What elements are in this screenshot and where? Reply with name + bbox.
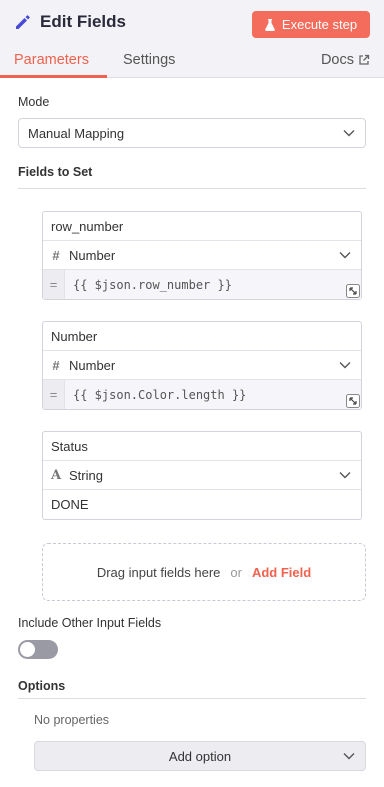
pencil-icon bbox=[16, 15, 30, 29]
dropzone-or: or bbox=[230, 564, 242, 580]
execute-step-label: Execute step bbox=[281, 17, 358, 32]
expression-text: {{ $json.row_number }} bbox=[65, 270, 361, 299]
tab-parameters[interactable]: Parameters bbox=[14, 52, 89, 68]
section-divider bbox=[18, 188, 366, 189]
chevron-down-icon bbox=[339, 252, 351, 259]
docs-link[interactable]: Docs bbox=[321, 52, 370, 68]
field-value-input[interactable]: DONE bbox=[43, 490, 361, 519]
text-type-icon: A bbox=[50, 467, 62, 483]
tab-bar: Parameters Settings Docs bbox=[0, 44, 384, 78]
field-value-expression[interactable]: = {{ $json.Color.length }} bbox=[43, 380, 361, 409]
field-type-value: Number bbox=[69, 247, 116, 263]
expression-text: {{ $json.Color.length }} bbox=[65, 380, 361, 409]
chevron-down-icon bbox=[343, 753, 355, 760]
docs-label: Docs bbox=[320, 52, 354, 68]
field-name-input[interactable]: Status bbox=[43, 432, 361, 461]
flask-icon bbox=[265, 18, 275, 31]
add-option-select[interactable]: Add option bbox=[34, 741, 366, 771]
title-row: Edit Fields bbox=[14, 12, 126, 32]
expression-equals-icon: = bbox=[43, 380, 65, 409]
field-type-select[interactable]: # Number bbox=[43, 241, 361, 270]
chevron-down-icon bbox=[339, 472, 351, 479]
external-link-icon bbox=[359, 54, 370, 65]
field-value-expression[interactable]: = {{ $json.row_number }} bbox=[43, 270, 361, 299]
field-card: Status A String DONE bbox=[42, 431, 362, 520]
include-other-fields-label: Include Other Input Fields bbox=[18, 616, 162, 630]
field-type-select[interactable]: # Number bbox=[43, 351, 361, 380]
options-label: Options bbox=[18, 679, 66, 693]
toggle-knob bbox=[20, 642, 35, 657]
include-other-fields-toggle[interactable] bbox=[18, 640, 58, 659]
add-option-label: Add option bbox=[168, 748, 232, 764]
tab-settings[interactable]: Settings bbox=[123, 52, 175, 68]
node-header: Edit Fields Execute step Parameters Sett… bbox=[0, 0, 384, 78]
field-dropzone[interactable]: Drag input fields here or Add Field bbox=[42, 543, 366, 601]
page-title: Edit Fields bbox=[40, 12, 126, 31]
field-type-value: Number bbox=[69, 357, 116, 373]
field-card: Number # Number = {{ $json.Color.length … bbox=[42, 321, 362, 410]
expand-editor-icon[interactable] bbox=[346, 394, 360, 408]
chevron-down-icon bbox=[339, 362, 351, 369]
active-tab-indicator bbox=[0, 75, 107, 78]
chevron-down-icon bbox=[343, 130, 355, 137]
execute-step-button[interactable]: Execute step bbox=[252, 11, 370, 38]
hash-icon: # bbox=[52, 357, 60, 373]
add-field-button[interactable]: Add Field bbox=[252, 565, 311, 580]
hash-icon: # bbox=[52, 247, 60, 263]
mode-value: Manual Mapping bbox=[28, 125, 125, 141]
expand-editor-icon[interactable] bbox=[346, 284, 360, 298]
mode-select[interactable]: Manual Mapping bbox=[18, 118, 366, 148]
dropzone-text: Drag input fields here bbox=[96, 564, 221, 580]
expression-equals-icon: = bbox=[43, 270, 65, 299]
field-card: row_number # Number = {{ $json.row_numbe… bbox=[42, 211, 362, 300]
mode-label: Mode bbox=[18, 95, 50, 109]
fields-to-set-label: Fields to Set bbox=[18, 165, 93, 179]
field-name-input[interactable]: row_number bbox=[43, 212, 361, 241]
field-type-value: String bbox=[69, 467, 103, 483]
field-type-select[interactable]: A String bbox=[43, 461, 361, 490]
field-name-input[interactable]: Number bbox=[43, 322, 361, 351]
section-divider bbox=[18, 698, 366, 699]
no-properties-text: No properties bbox=[34, 713, 110, 727]
